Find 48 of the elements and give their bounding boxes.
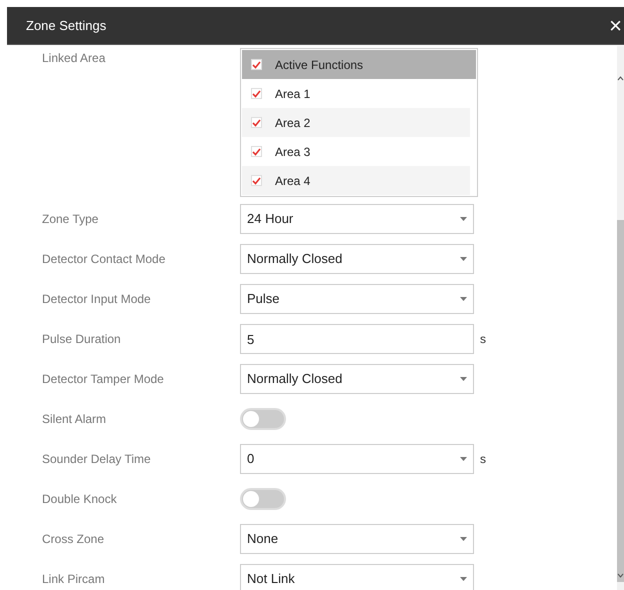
dialog-title: Zone Settings: [26, 16, 106, 35]
field-label: Detector Tamper Mode: [42, 371, 165, 388]
item-label: Area 2: [275, 114, 310, 132]
field-label: Pulse Duration: [42, 331, 122, 348]
dropdown-field[interactable]: None: [240, 524, 474, 554]
dropdown-field[interactable]: Normally Closed: [240, 364, 474, 394]
unit-label: s: [480, 451, 486, 468]
field-label: Detector Contact Mode: [42, 251, 166, 268]
caret-icon: [460, 217, 467, 221]
field-label: Linked Area: [42, 50, 106, 67]
checkbox[interactable]: [251, 88, 262, 99]
field-label: Cross Zone: [42, 531, 106, 548]
close-button[interactable]: ×: [609, 14, 624, 36]
caret-icon: [460, 377, 467, 381]
item-label: Area 3: [275, 144, 310, 160]
toggle-switch[interactable]: [240, 488, 286, 510]
caret-icon: [460, 297, 467, 301]
field-label: Silent Alarm: [42, 411, 108, 428]
dropdown-field[interactable]: Not Link: [240, 564, 474, 590]
checkbox[interactable]: [251, 175, 262, 186]
caret-icon: [460, 457, 467, 461]
dropdown-field[interactable]: 0: [240, 444, 474, 474]
list-header-row[interactable]: Active Functions: [242, 50, 476, 79]
list-item[interactable]: Area 2: [242, 108, 470, 137]
dropdown-field[interactable]: Pulse: [240, 284, 474, 314]
list-item[interactable]: Area 3: [242, 137, 470, 166]
caret-icon: [460, 257, 467, 261]
scrollbar-drawing[interactable]: [617, 46, 624, 590]
item-label: Active Functions: [275, 56, 364, 74]
list-item[interactable]: Area 1: [242, 79, 470, 108]
caret-icon: [460, 577, 467, 581]
caret-icon: [460, 537, 467, 541]
item-label: Area 4: [275, 172, 310, 190]
checkbox[interactable]: [251, 146, 262, 157]
checkbox[interactable]: [251, 117, 262, 128]
item-label: Area 1: [275, 86, 310, 102]
unit-label: s: [480, 331, 486, 348]
field-label: Sounder Delay Time: [42, 451, 152, 468]
list-item[interactable]: Area 4: [242, 166, 470, 195]
dropdown-field[interactable]: Normally Closed: [240, 244, 474, 274]
field-label: Double Knock: [42, 491, 118, 508]
toggle-switch[interactable]: [240, 408, 286, 430]
checkbox[interactable]: [251, 59, 262, 70]
input-field[interactable]: 5: [240, 324, 474, 354]
dropdown-field[interactable]: 24 Hour: [240, 204, 474, 234]
field-label: Link Pircam: [42, 571, 106, 588]
field-label: Zone Type: [42, 211, 100, 228]
field-label: Detector Input Mode: [42, 291, 152, 308]
